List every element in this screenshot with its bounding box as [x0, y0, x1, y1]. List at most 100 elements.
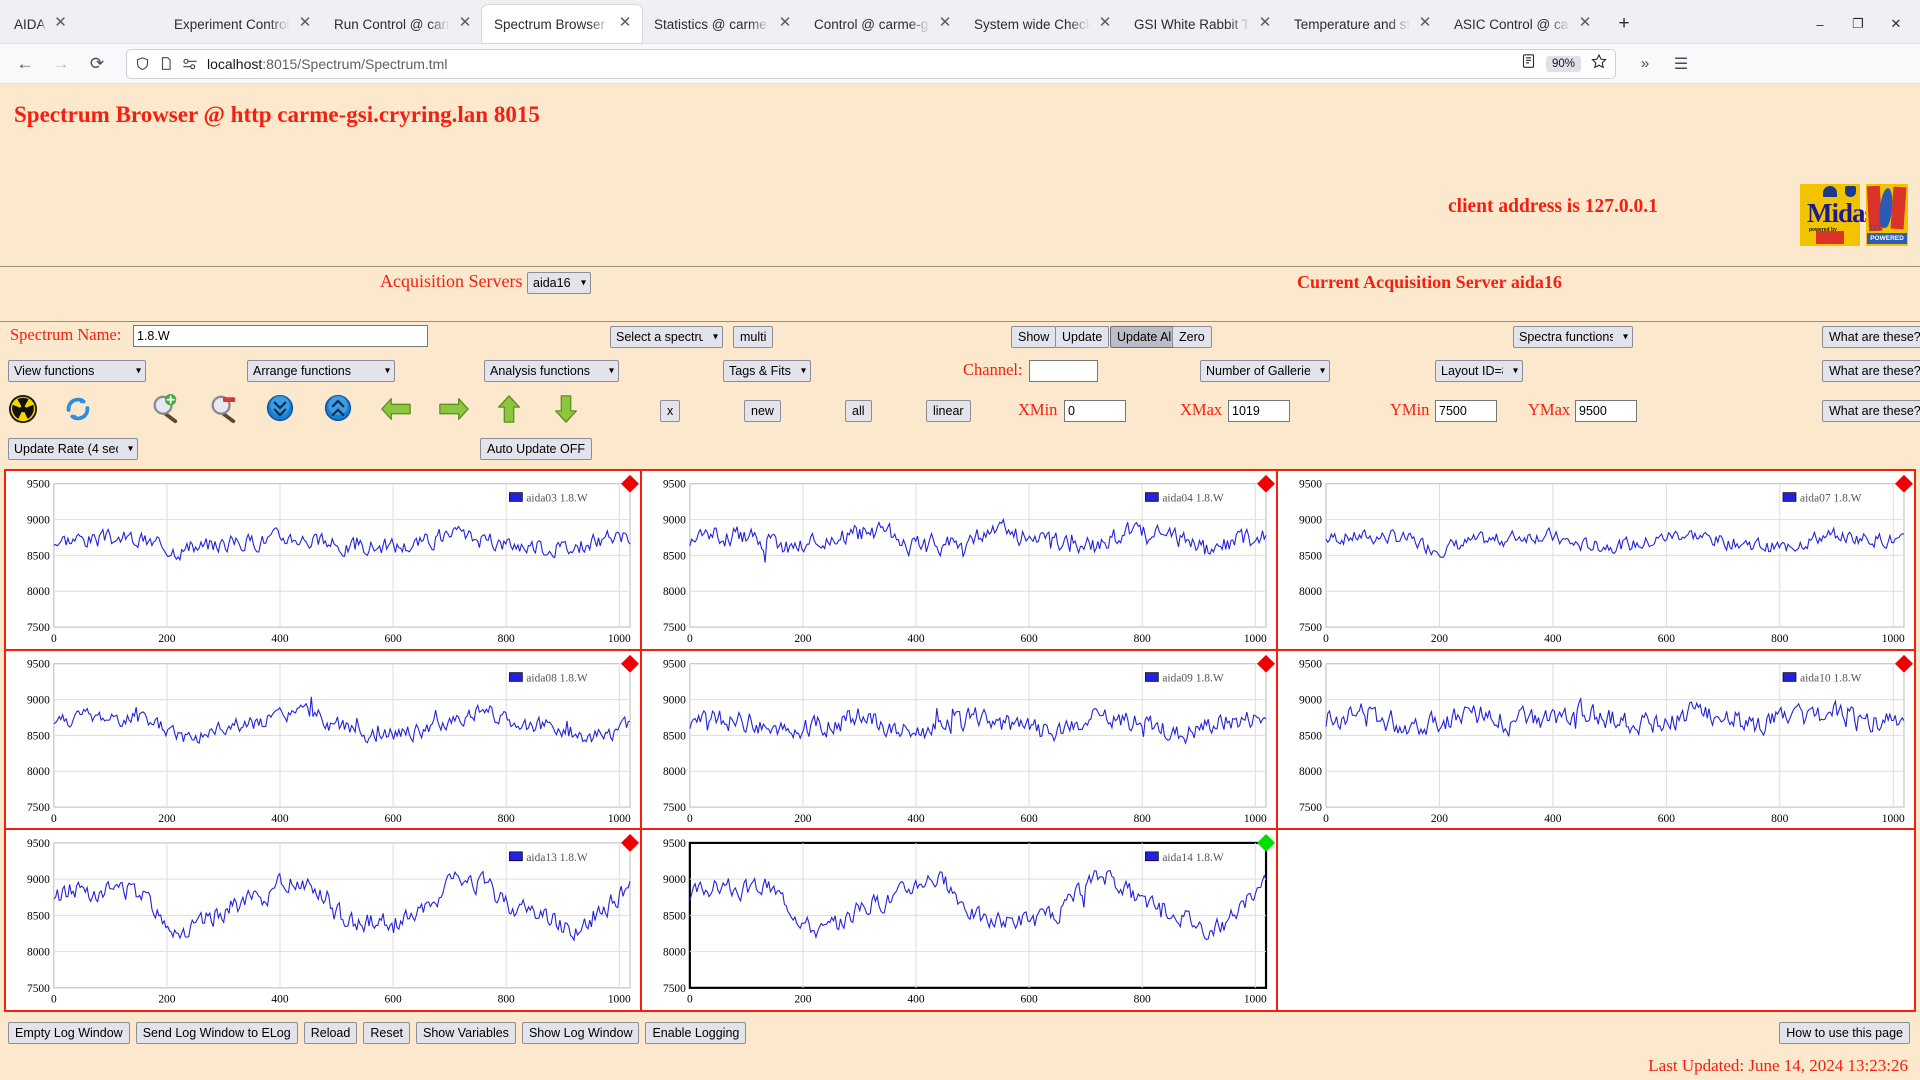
log-action-button[interactable]: Show Variables [416, 1022, 516, 1044]
arrow-left-icon[interactable] [380, 396, 412, 427]
spectrum-plot[interactable]: 7500 8000 8500 9000 9500 0 200 400 600 800 1000 aid… [642, 830, 1276, 1010]
browser-tab[interactable]: Statistics @ carme-gsi ✕ [642, 5, 802, 43]
spectrum-plot[interactable]: 7500 8000 8500 9000 9500 0 200 400 600 800 1000 aid… [642, 471, 1276, 649]
browser-tab[interactable]: Temperature and status ✕ [1282, 5, 1442, 43]
expand-up-icon[interactable] [324, 394, 352, 427]
acquisition-server-select[interactable]: aida16 [527, 272, 591, 294]
browser-tab[interactable]: System wide Checks (carme) ✕ [962, 5, 1122, 43]
svg-text:800: 800 [498, 633, 515, 645]
app-menu-button[interactable]: ☰ [1664, 49, 1698, 79]
reload-button[interactable]: ⟳ [80, 49, 114, 79]
show-button[interactable]: Show [1011, 326, 1057, 348]
star-icon[interactable] [1591, 53, 1607, 74]
xmin-input[interactable] [1064, 400, 1126, 422]
update-all-button[interactable]: Update All [1110, 326, 1181, 348]
spectrum-plot[interactable]: 7500 8000 8500 9000 9500 0 200 400 600 800 1000 aid… [1278, 471, 1914, 649]
spectrum-plot-cell[interactable]: 7500 8000 8500 9000 9500 0 200 400 600 800 1000 aid… [642, 471, 1278, 651]
new-button[interactable]: new [744, 400, 781, 422]
spectrum-plot[interactable]: 7500 8000 8500 9000 9500 0 200 400 600 800 1000 aid… [6, 471, 640, 649]
back-button[interactable]: ← [8, 49, 42, 79]
minimize-button[interactable]: – [1802, 9, 1838, 39]
close-tab-icon[interactable]: ✕ [296, 15, 314, 33]
close-tab-icon[interactable]: ✕ [456, 15, 474, 33]
spectrum-plot-cell[interactable]: 7500 8000 8500 9000 9500 0 200 400 600 800 1000 aid… [642, 650, 1278, 831]
svg-text:9000: 9000 [663, 874, 686, 886]
number-of-galleries-dropdown[interactable]: Number of Galleries [1200, 360, 1330, 382]
browser-tab[interactable]: Spectrum Browser @ carme-gsi ✕ [482, 5, 642, 43]
close-tab-icon[interactable]: ✕ [1576, 15, 1594, 33]
select-spectrum-dropdown[interactable]: Select a spectrum [610, 326, 723, 348]
spectra-functions-dropdown[interactable]: Spectra functions [1513, 326, 1633, 348]
spectrum-plot-cell[interactable]: 7500 8000 8500 9000 9500 0 200 400 600 800 1000 aid… [6, 830, 642, 1010]
close-tab-icon[interactable]: ✕ [936, 15, 954, 33]
auto-update-toggle[interactable]: Auto Update OFF [480, 438, 592, 460]
log-action-button[interactable]: Reset [363, 1022, 410, 1044]
spectrum-plot-cell[interactable]: 7500 8000 8500 9000 9500 0 200 400 600 800 1000 aid… [6, 650, 642, 831]
browser-tab[interactable]: Control @ carme-gsi ✕ [802, 5, 962, 43]
view-functions-dropdown[interactable]: View functions [8, 360, 146, 382]
what-are-these-button-1[interactable]: What are these? [1822, 326, 1920, 348]
what-are-these-button-3[interactable]: What are these? [1822, 400, 1920, 422]
what-are-these-button-2[interactable]: What are these? [1822, 360, 1920, 382]
ymax-input[interactable] [1575, 400, 1637, 422]
zoom-level-badge[interactable]: 90% [1545, 55, 1581, 72]
reader-view-icon[interactable] [1521, 53, 1536, 74]
log-action-button[interactable]: Empty Log Window [8, 1022, 130, 1044]
close-tab-icon[interactable]: ✕ [616, 15, 634, 33]
spectrum-plot[interactable]: 7500 8000 8500 9000 9500 0 200 400 600 800 1000 aid… [642, 651, 1276, 829]
browser-tab[interactable]: ASIC Control @ carme-gsi ✕ [1442, 5, 1602, 43]
close-tab-icon[interactable]: ✕ [1416, 15, 1434, 33]
tags-and-fits-dropdown[interactable]: Tags & Fits [723, 360, 811, 382]
new-tab-button[interactable]: + [1608, 8, 1640, 40]
spectrum-plot[interactable]: 7500 8000 8500 9000 9500 0 200 400 600 800 1000 aid… [1278, 651, 1914, 829]
zero-button[interactable]: Zero [1172, 326, 1212, 348]
forward-button[interactable]: → [44, 49, 78, 79]
close-tab-icon[interactable]: ✕ [1256, 15, 1274, 33]
address-bar[interactable]: localhost:8015/Spectrum/Spectrum.tml 90% [126, 48, 1616, 79]
spectrum-plot-cell[interactable]: 7500 8000 8500 9000 9500 0 200 400 600 800 1000 aid… [1278, 471, 1914, 651]
expand-down-icon[interactable] [266, 394, 294, 427]
close-tab-icon[interactable]: ✕ [52, 15, 70, 33]
spectrum-plot-cell[interactable]: 7500 8000 8500 9000 9500 0 200 400 600 800 1000 aid… [642, 830, 1278, 1010]
update-rate-dropdown[interactable]: Update Rate (4 secs) [8, 438, 138, 460]
close-tab-icon[interactable]: ✕ [1096, 15, 1114, 33]
analysis-functions-dropdown[interactable]: Analysis functions [484, 360, 619, 382]
log-action-button[interactable]: Enable Logging [645, 1022, 747, 1044]
close-tab-icon[interactable]: ✕ [776, 15, 794, 33]
how-to-use-button[interactable]: How to use this page [1779, 1022, 1910, 1044]
log-action-button[interactable]: Reload [303, 1022, 358, 1044]
update-button[interactable]: Update [1055, 326, 1110, 348]
page-info-icon[interactable] [159, 56, 173, 71]
arrow-right-icon[interactable] [438, 396, 470, 427]
arrange-functions-dropdown[interactable]: Arrange functions [247, 360, 395, 382]
log-action-button[interactable]: Send Log Window to ELog [135, 1022, 298, 1044]
browser-tab[interactable]: AIDA ✕ [2, 5, 162, 43]
x-button[interactable]: x [660, 400, 680, 422]
spectrum-plot[interactable]: 7500 8000 8500 9000 9500 0 200 400 600 800 1000 aid… [6, 651, 640, 829]
radioactive-icon[interactable] [8, 394, 38, 429]
spectrum-plot-cell[interactable]: 7500 8000 8500 9000 9500 0 200 400 600 800 1000 aid… [1278, 650, 1914, 831]
all-button[interactable]: all [845, 400, 872, 422]
xmax-input[interactable] [1228, 400, 1290, 422]
refresh-icon[interactable] [63, 394, 93, 429]
channel-input[interactable] [1029, 360, 1098, 382]
ymin-input[interactable] [1435, 400, 1497, 422]
linear-button[interactable]: linear [926, 400, 971, 422]
close-window-button[interactable]: ✕ [1878, 9, 1914, 39]
arrow-down-icon[interactable] [553, 394, 579, 429]
overflow-menu-button[interactable]: » [1628, 49, 1662, 79]
zoom-in-icon[interactable] [150, 394, 180, 429]
multi-button[interactable]: multi [733, 326, 774, 348]
layout-id-dropdown[interactable]: Layout ID=8 [1435, 360, 1523, 382]
maximize-button[interactable]: ❐ [1840, 9, 1876, 39]
spectrum-plot-cell[interactable]: 7500 8000 8500 9000 9500 0 200 400 600 800 1000 aid… [6, 471, 642, 651]
arrow-up-icon[interactable] [496, 394, 522, 429]
zoom-out-icon[interactable] [208, 394, 238, 429]
spectrum-name-input[interactable] [133, 325, 428, 347]
browser-tab[interactable]: Experiment Control @ carme-gsi ✕ [162, 5, 322, 43]
permissions-icon[interactable] [182, 57, 198, 71]
spectrum-plot[interactable]: 7500 8000 8500 9000 9500 0 200 400 600 800 1000 aid… [6, 830, 640, 1010]
browser-tab[interactable]: Run Control @ carme-gsi ✕ [322, 5, 482, 43]
browser-tab[interactable]: GSI White Rabbit Timing ✕ [1122, 5, 1282, 43]
log-action-button[interactable]: Show Log Window [521, 1022, 640, 1044]
